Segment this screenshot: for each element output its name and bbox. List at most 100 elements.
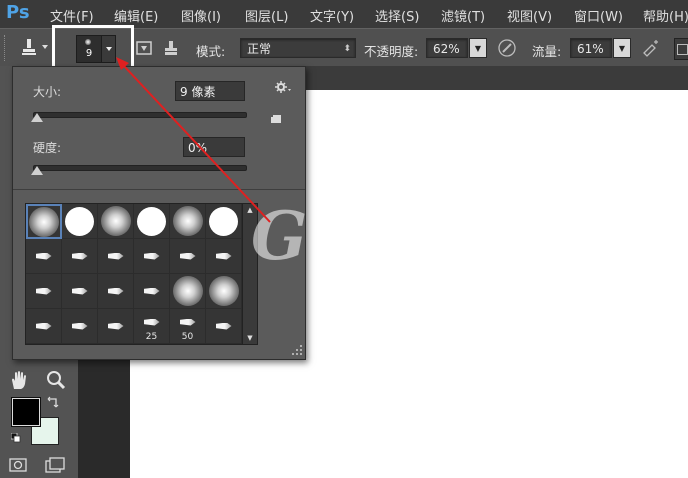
brush-preset-brush-tip[interactable]: [134, 274, 170, 309]
brush-tip-icon: [143, 252, 160, 260]
hardness-slider[interactable]: [33, 165, 247, 171]
menu-edit[interactable]: 编辑(E): [114, 6, 158, 25]
pressure-opacity-icon[interactable]: [496, 37, 518, 59]
brush-preset-brush-tip[interactable]: [170, 239, 206, 274]
brush-preset-brush-tip[interactable]: 50: [170, 309, 206, 344]
updown-chevron-icon: ⬍: [343, 44, 351, 54]
brush-preset-soft-round[interactable]: [170, 274, 206, 309]
brush-preset-hard-round[interactable]: [206, 204, 242, 239]
chevron-down-icon: [105, 47, 112, 51]
brush-tool-icon[interactable]: [18, 36, 40, 58]
menu-type[interactable]: 文字(Y): [310, 6, 354, 25]
brush-tip-icon: [35, 322, 52, 330]
grip: [4, 35, 8, 61]
zoom-tool-icon[interactable]: [45, 369, 67, 391]
soft-round-brush-icon: [172, 276, 203, 306]
brush-tip-icon: [107, 287, 124, 295]
flow-dropdown[interactable]: ▼: [613, 38, 631, 58]
brush-preset-soft-round[interactable]: [98, 204, 134, 239]
tool-preset-chevron-icon[interactable]: [42, 45, 48, 49]
new-preset-icon[interactable]: [269, 113, 283, 125]
menu-image[interactable]: 图像(I): [181, 6, 221, 25]
brush-tip-icon: [107, 322, 124, 330]
airbrush-icon[interactable]: [640, 37, 662, 59]
brush-preset-brush-tip[interactable]: [26, 239, 62, 274]
soft-round-brush-icon: [172, 206, 203, 236]
quick-mask-icon[interactable]: [8, 456, 28, 474]
hard-round-brush-icon: [65, 206, 94, 236]
brush-tip-icon: [179, 318, 196, 326]
hard-round-brush-icon: [209, 206, 238, 236]
brush-preset-brush-tip[interactable]: [98, 239, 134, 274]
menu-view[interactable]: 视图(V): [507, 6, 552, 25]
size-slider[interactable]: [33, 112, 247, 118]
menu-select[interactable]: 选择(S): [375, 6, 419, 25]
menu-file[interactable]: 文件(F): [50, 6, 94, 25]
opacity-dropdown[interactable]: ▼: [469, 38, 487, 58]
flow-field[interactable]: 61%: [570, 38, 612, 58]
mode-label: 模式:: [196, 44, 226, 59]
divider: [13, 189, 305, 190]
brush-tip-icon: [143, 287, 160, 295]
hardness-slider-thumb[interactable]: [31, 166, 43, 175]
brush-preset-brush-tip[interactable]: [134, 239, 170, 274]
resize-grip-icon[interactable]: [291, 344, 303, 356]
brush-tip-icon: [215, 252, 232, 260]
brush-tip-icon: [107, 252, 124, 260]
default-colors-icon[interactable]: [10, 432, 21, 443]
soft-round-brush-icon: [208, 276, 239, 306]
brush-preset-hard-round[interactable]: [62, 204, 98, 239]
menu-filter[interactable]: 滤镜(T): [441, 6, 485, 25]
brush-size-preview: 9: [85, 48, 93, 59]
chevron-down-icon: ▼: [618, 43, 626, 53]
menu-layer[interactable]: 图层(L): [245, 6, 288, 25]
brush-preset-soft-round[interactable]: [170, 204, 206, 239]
photoshop-logo: Ps: [6, 2, 30, 23]
tablet-pressure-checkbox[interactable]: [674, 38, 688, 60]
brush-preset-brush-tip[interactable]: [26, 309, 62, 344]
screen-mode-icon[interactable]: [44, 456, 66, 474]
brush-panel-toggle-icon[interactable]: [133, 37, 155, 59]
scroll-down-icon[interactable]: ▼: [243, 334, 257, 342]
brush-tip-icon: [179, 252, 196, 260]
brush-preset-hard-round[interactable]: [134, 204, 170, 239]
foreground-color-swatch[interactable]: [11, 397, 41, 427]
brush-picker-dropdown[interactable]: [101, 35, 116, 63]
brush-tip-icon: [215, 322, 232, 330]
mode-value: 正常: [247, 42, 272, 56]
brush-preset-brush-tip[interactable]: [98, 274, 134, 309]
brush-preset-size-label: 50: [181, 332, 194, 342]
clone-source-icon[interactable]: [160, 37, 182, 59]
size-slider-thumb[interactable]: [31, 113, 44, 122]
checkbox-icon: [677, 44, 688, 55]
brush-preset-picker[interactable]: 9: [76, 35, 102, 63]
brush-preset-brush-tip[interactable]: [62, 274, 98, 309]
chevron-down-icon: ▼: [474, 43, 482, 53]
opacity-label: 不透明度:: [364, 44, 419, 59]
opacity-field[interactable]: 62%: [426, 38, 468, 58]
brush-preset-brush-tip[interactable]: [98, 309, 134, 344]
menu-help[interactable]: 帮助(H): [643, 6, 688, 25]
options-bar: 9 模式: 正常 ⬍ 不透明度: 62% ▼ 流量: 61% ▼: [0, 25, 688, 71]
hand-tool-icon[interactable]: [8, 369, 30, 391]
menu-window[interactable]: 窗口(W): [574, 6, 623, 25]
brush-preset-brush-tip[interactable]: [206, 309, 242, 344]
brush-preset-soft-round[interactable]: [26, 204, 62, 239]
brush-preset-size-label: 25: [145, 332, 158, 342]
hardness-label: 硬度:: [33, 141, 62, 155]
brush-preset-brush-tip[interactable]: [62, 239, 98, 274]
brush-preset-brush-tip[interactable]: 25: [134, 309, 170, 344]
swap-colors-icon[interactable]: [47, 396, 59, 408]
brush-preset-brush-tip[interactable]: [62, 309, 98, 344]
size-field[interactable]: 9 像素: [175, 81, 245, 101]
brush-preset-soft-round[interactable]: [206, 274, 242, 309]
mode-select[interactable]: 正常 ⬍: [240, 38, 356, 58]
hardness-field[interactable]: 0%: [183, 137, 245, 157]
gear-icon[interactable]: [273, 79, 291, 95]
flow-label: 流量:: [532, 44, 562, 59]
brush-tip-icon: [71, 322, 88, 330]
brush-tip-icon: [143, 318, 160, 326]
brush-preset-brush-tip[interactable]: [206, 239, 242, 274]
brush-preset-brush-tip[interactable]: [26, 274, 62, 309]
brush-tip-icon: [71, 252, 88, 260]
